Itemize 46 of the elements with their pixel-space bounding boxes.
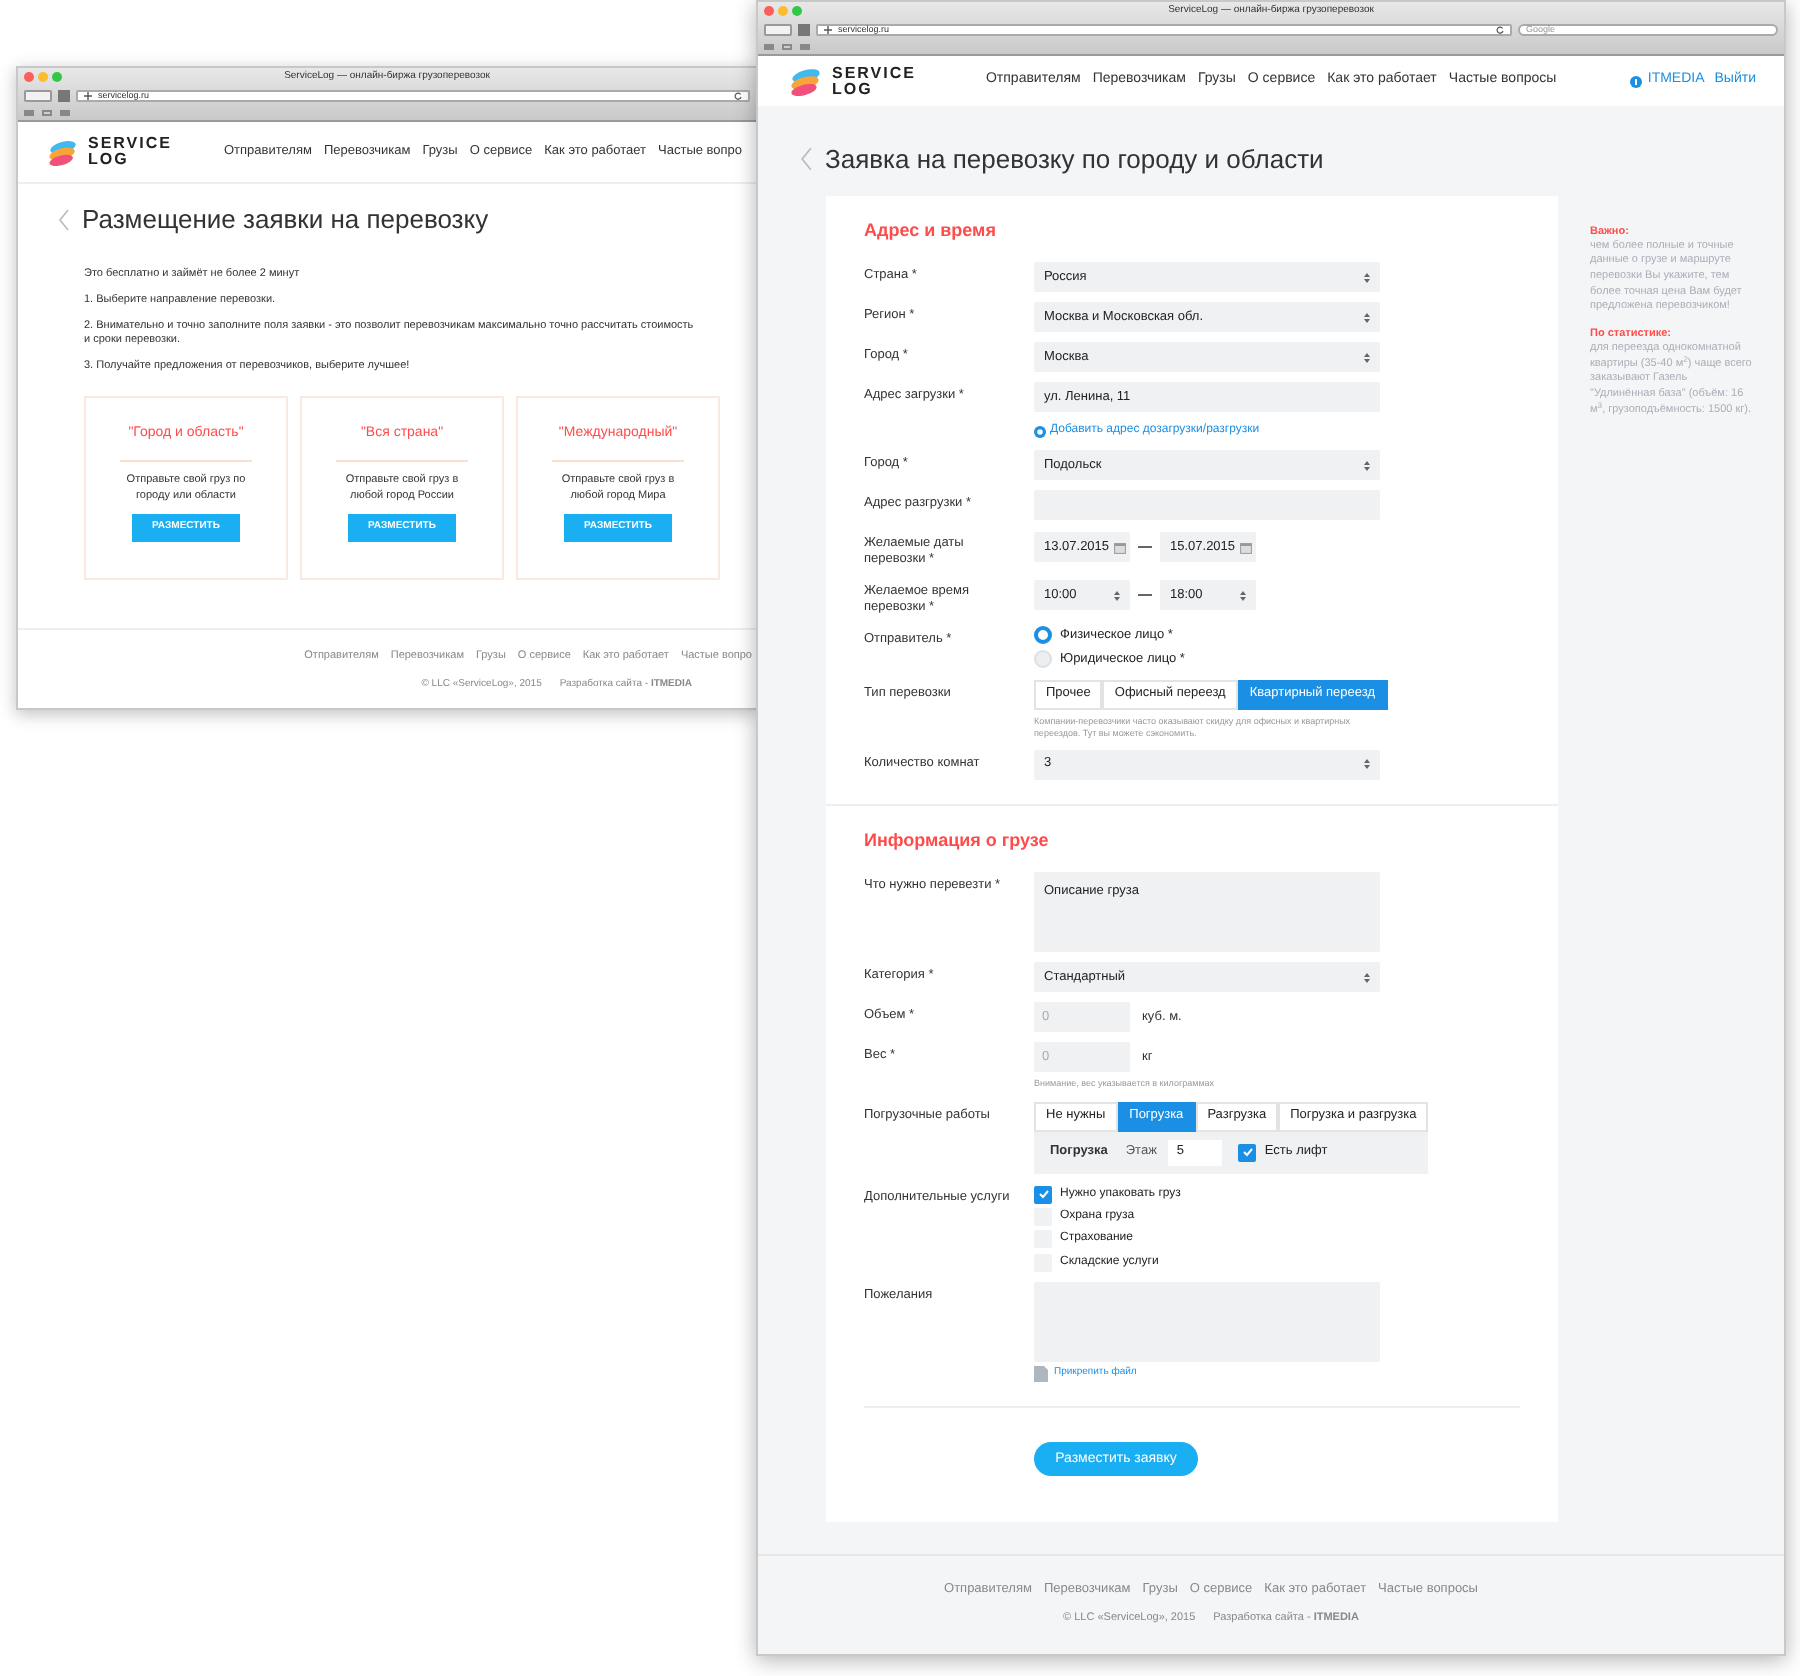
reload-icon[interactable] — [734, 92, 742, 100]
reading-list-icon[interactable] — [42, 110, 52, 116]
checkbox-icon[interactable] — [1238, 1143, 1257, 1162]
select-arrows-icon — [1364, 971, 1370, 983]
close-icon[interactable] — [24, 72, 34, 82]
logo-icon — [790, 67, 822, 95]
page-heading: Заявка на перевозку по городу и области — [825, 142, 1324, 178]
radio-icon[interactable] — [1034, 626, 1052, 645]
maximize-icon[interactable] — [52, 72, 62, 82]
select-arrows-icon — [1364, 351, 1370, 363]
page-heading: Размещение заявки на перевозку — [82, 202, 489, 238]
back-chevron-icon[interactable] — [58, 207, 70, 232]
select-arrows-icon — [1364, 311, 1370, 323]
calendar-icon[interactable] — [1239, 541, 1252, 553]
select-arrows-icon — [1114, 589, 1120, 601]
plus-circle-icon — [1034, 425, 1046, 437]
top-sites-icon[interactable] — [60, 110, 70, 116]
user-icon — [1629, 75, 1642, 87]
reading-list-icon[interactable] — [782, 44, 792, 50]
section-title: Адрес и время — [864, 217, 998, 244]
section-title: Информация о грузе — [864, 827, 1051, 854]
back-forward-button[interactable] — [764, 24, 792, 36]
back-forward-button[interactable] — [24, 90, 52, 102]
bookmarks-icon[interactable] — [24, 110, 34, 116]
calendar-icon[interactable] — [1113, 541, 1126, 553]
select-arrows-icon — [1364, 271, 1370, 283]
minimize-icon[interactable] — [778, 6, 788, 16]
top-sites-icon[interactable] — [800, 44, 810, 50]
bookmarks-icon[interactable] — [764, 44, 774, 50]
select-arrows-icon — [1364, 459, 1370, 471]
checkbox-icon[interactable] — [1034, 1185, 1052, 1204]
select-arrows-icon — [1364, 758, 1370, 770]
logo-icon — [48, 139, 78, 165]
back-chevron-icon[interactable] — [800, 146, 813, 173]
logo-text: SERVICE LOG — [832, 65, 916, 97]
sidebar-button[interactable] — [798, 24, 810, 36]
maximize-icon[interactable] — [792, 6, 802, 16]
close-icon[interactable] — [764, 6, 774, 16]
add-tab-icon[interactable] — [824, 26, 832, 34]
add-tab-icon[interactable] — [84, 92, 92, 100]
select-arrows-icon — [1240, 589, 1246, 601]
reload-icon[interactable] — [1496, 26, 1504, 34]
logo-text: SERVICE LOG — [88, 136, 172, 168]
file-icon — [1034, 1365, 1048, 1382]
minimize-icon[interactable] — [38, 72, 48, 82]
sidebar-button[interactable] — [58, 90, 70, 102]
